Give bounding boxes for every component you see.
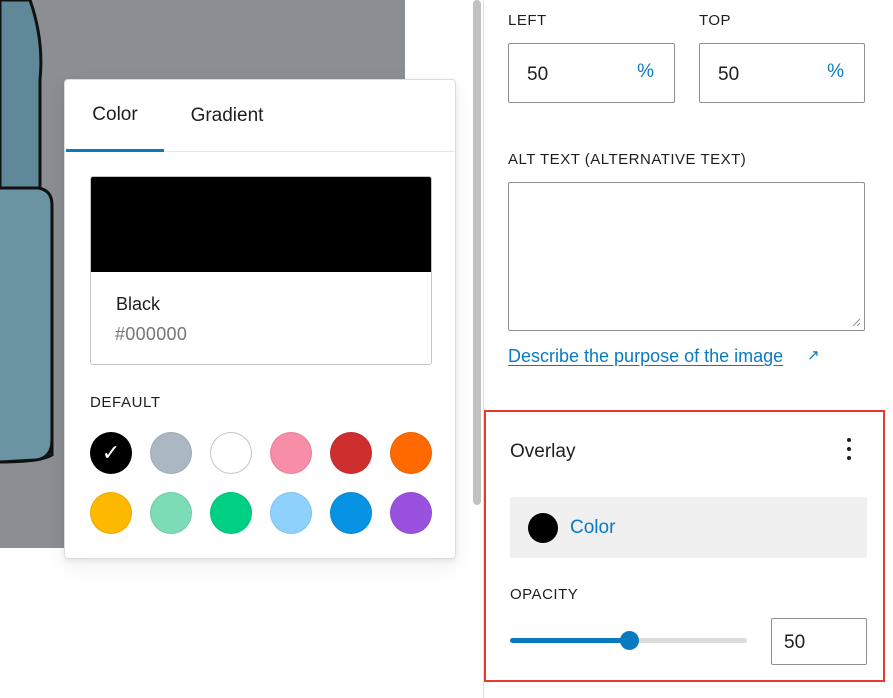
left-label: LEFT bbox=[508, 12, 547, 29]
check-icon: ✓ bbox=[101, 440, 121, 465]
color-swatch[interactable] bbox=[330, 492, 372, 534]
color-swatch[interactable] bbox=[90, 492, 132, 534]
color-picker-popover: Color Gradient Black #000000 DEFAULT ✓ bbox=[64, 79, 456, 559]
alt-text-field[interactable] bbox=[508, 182, 865, 331]
left-unit: % bbox=[637, 61, 654, 82]
selected-color-preview[interactable]: Black #000000 bbox=[90, 176, 432, 365]
color-swatch[interactable]: ✓ bbox=[90, 432, 132, 474]
left-position-value: 50 bbox=[527, 64, 549, 85]
tab-gradient[interactable]: Gradient bbox=[173, 80, 281, 152]
top-unit: % bbox=[827, 61, 844, 82]
color-swatch[interactable] bbox=[210, 492, 252, 534]
opacity-slider-thumb[interactable] bbox=[619, 631, 639, 650]
color-swatch[interactable] bbox=[390, 492, 432, 534]
left-position-input[interactable]: 50 % bbox=[508, 43, 675, 103]
more-options-icon[interactable] bbox=[839, 434, 859, 464]
resize-grip-icon[interactable] bbox=[851, 317, 861, 327]
default-palette-label: DEFAULT bbox=[90, 394, 161, 411]
settings-sidebar: LEFT 50 % TOP 50 % ALT TEXT (ALTERNATIVE… bbox=[470, 0, 893, 698]
color-swatch[interactable] bbox=[270, 432, 312, 474]
sidebar-scroll-rail bbox=[470, 0, 484, 698]
color-swatch[interactable] bbox=[270, 492, 312, 534]
color-swatch[interactable] bbox=[210, 432, 252, 474]
color-swatch[interactable] bbox=[330, 432, 372, 474]
selected-color-name: Black bbox=[116, 294, 161, 314]
selected-color-fill bbox=[91, 177, 431, 272]
overlay-title: Overlay bbox=[510, 441, 576, 462]
color-swatch[interactable] bbox=[150, 432, 192, 474]
overlay-panel: Overlay Color OPACITY 50 bbox=[484, 410, 885, 682]
opacity-input[interactable]: 50 bbox=[771, 618, 867, 665]
scrollbar-thumb[interactable] bbox=[473, 0, 481, 505]
top-label: TOP bbox=[699, 12, 732, 29]
overlay-color-button[interactable]: Color bbox=[510, 497, 867, 558]
overlay-color-label: Color bbox=[570, 517, 616, 538]
alt-text-label: ALT TEXT (ALTERNATIVE TEXT) bbox=[508, 151, 747, 168]
opacity-slider[interactable] bbox=[510, 631, 747, 650]
describe-image-link[interactable]: Describe the purpose of the image bbox=[508, 346, 783, 367]
external-link-icon: ↗ bbox=[807, 347, 820, 364]
top-position-input[interactable]: 50 % bbox=[699, 43, 865, 103]
editor-canvas: Color Gradient Black #000000 DEFAULT ✓ bbox=[0, 0, 470, 698]
tab-color[interactable]: Color bbox=[66, 80, 164, 152]
opacity-input-value: 50 bbox=[784, 632, 806, 653]
top-position-value: 50 bbox=[718, 64, 740, 85]
opacity-label: OPACITY bbox=[510, 586, 579, 603]
overlay-color-swatch bbox=[528, 513, 558, 543]
color-swatch[interactable] bbox=[150, 492, 192, 534]
color-swatch[interactable] bbox=[390, 432, 432, 474]
selected-color-hex: #000000 bbox=[115, 324, 188, 344]
color-tabs: Color Gradient bbox=[65, 80, 455, 152]
opacity-slider-fill bbox=[510, 638, 629, 643]
